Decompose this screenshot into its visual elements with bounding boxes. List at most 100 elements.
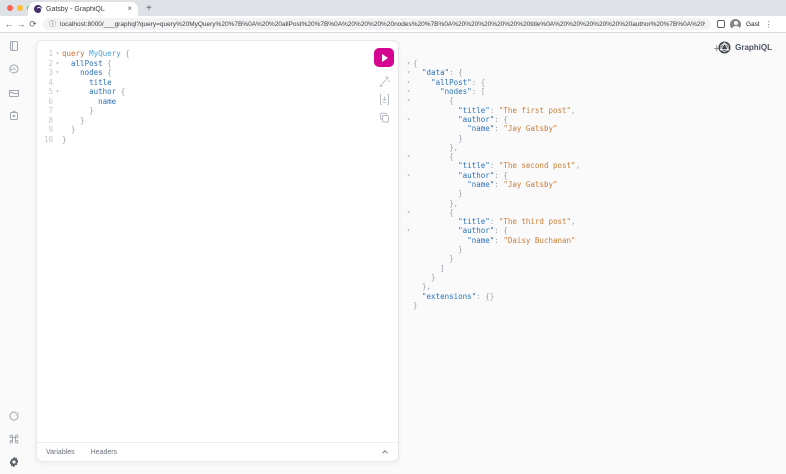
fold-arrow-icon[interactable]: ▾ [404, 227, 413, 234]
code-text: "author": { [413, 171, 508, 180]
code-text: } [413, 189, 463, 198]
result-line: ▾ "author": { [404, 226, 580, 235]
fold-arrow-icon[interactable]: ▾ [404, 60, 413, 67]
result-line: ▾ "author": { [404, 115, 580, 124]
docs-explorer-icon[interactable] [8, 40, 20, 52]
play-icon [382, 54, 388, 62]
code-text: ] [413, 264, 445, 273]
result-line: "title": "The second post", [404, 161, 580, 170]
chevron-up-icon[interactable] [381, 448, 389, 456]
graphiql-logo: GraphiQL [718, 41, 772, 54]
line-number: 7 [39, 106, 53, 115]
fold-arrow-icon[interactable]: ▾ [404, 88, 413, 95]
line-number: 9 [39, 125, 53, 134]
result-line: ▾ "data": { [404, 68, 580, 77]
code-text: "title": "The second post", [413, 161, 580, 170]
browser-tab[interactable]: Gatsby - GraphiQL × [28, 2, 138, 16]
code-text: query MyQuery { [62, 49, 130, 58]
fold-arrow-icon[interactable]: ▾ [53, 88, 62, 95]
reload-icon[interactable]: ⟳ [27, 19, 39, 30]
result-line: "name": "Daisy Buchanan" [404, 236, 580, 245]
line-number: 4 [39, 78, 53, 87]
profile-avatar[interactable] [730, 19, 741, 30]
side-panel-icon[interactable] [717, 20, 725, 28]
graphiql-app: + GraphiQL 1▾query MyQuery {2▾ allPost {… [0, 33, 786, 474]
query-editor[interactable]: 1▾query MyQuery {2▾ allPost {3▾ nodes {4… [39, 49, 368, 144]
tab-close-icon[interactable]: × [127, 5, 132, 13]
code-exporter-plugin-icon[interactable] [8, 109, 20, 121]
code-text: "author": { [413, 115, 508, 124]
keyboard-shortcuts-icon[interactable] [8, 433, 20, 445]
editor-line: 8 } [39, 116, 368, 126]
fold-arrow-icon[interactable]: ▾ [404, 172, 413, 179]
code-text: { [413, 59, 418, 68]
code-text: } [413, 134, 463, 143]
back-icon[interactable]: ← [3, 19, 15, 29]
code-text: title [62, 78, 112, 87]
history-icon[interactable] [8, 63, 20, 75]
editor-line: 5▾ author { [39, 87, 368, 97]
code-text: allPost { [62, 59, 112, 68]
editor-line: 1▾query MyQuery { [39, 49, 368, 59]
line-number: 5 [39, 87, 53, 96]
site-info-icon[interactable]: ⓘ [49, 19, 56, 29]
code-text: } [62, 125, 76, 134]
tab-title: Gatsby - GraphiQL [46, 6, 127, 13]
fold-arrow-icon[interactable]: ▾ [53, 60, 62, 67]
result-line: ▾ "author": { [404, 171, 580, 180]
copy-query-icon[interactable] [378, 111, 391, 124]
execute-query-button[interactable] [374, 48, 394, 67]
result-line: "title": "The third post", [404, 217, 580, 226]
code-text: "name": "Daisy Buchanan" [413, 236, 576, 245]
code-text: "author": { [413, 226, 508, 235]
query-editor-panel: 1▾query MyQuery {2▾ allPost {3▾ nodes {4… [36, 40, 399, 462]
fold-arrow-icon[interactable]: ▾ [53, 69, 62, 76]
profile-name: Gast [746, 21, 760, 28]
code-text: "extensions": {} [413, 292, 494, 301]
code-text: { [413, 208, 454, 217]
result-line: ] [404, 264, 580, 273]
tab-variables[interactable]: Variables [46, 449, 75, 456]
result-line: } [404, 301, 580, 310]
result-line: "name": "Jay Gatsby" [404, 124, 580, 133]
new-tab-button[interactable]: + [146, 3, 152, 14]
browser-chrome: Gatsby - GraphiQL × + ← → ⟳ ⓘ localhost:… [0, 0, 786, 33]
fold-arrow-icon[interactable]: ▾ [404, 116, 413, 123]
code-text: } [62, 106, 94, 115]
fold-arrow-icon[interactable]: ▾ [53, 50, 62, 57]
browser-menu-icon[interactable]: ⋮ [765, 20, 773, 29]
code-text: } [413, 273, 436, 282]
refetch-schema-icon[interactable] [8, 410, 20, 422]
code-text: nodes { [62, 68, 112, 77]
result-line: } [404, 273, 580, 282]
merge-fragments-icon[interactable] [378, 93, 391, 106]
line-number: 2 [39, 59, 53, 68]
fold-arrow-icon[interactable]: ▾ [404, 97, 413, 104]
window-close-button[interactable] [7, 5, 13, 11]
code-text: "name": "Jay Gatsby" [413, 124, 558, 133]
result-line: }, [404, 143, 580, 152]
address-bar[interactable]: ⓘ localhost:8000/___graphql?query=query%… [43, 18, 711, 30]
tab-headers[interactable]: Headers [91, 449, 117, 456]
editor-line: 9 } [39, 125, 368, 135]
result-line: ▾ { [404, 152, 580, 161]
result-line: ▾ { [404, 208, 580, 217]
code-text: author { [62, 87, 125, 96]
fold-arrow-icon[interactable]: ▾ [404, 209, 413, 216]
explorer-plugin-icon[interactable] [8, 86, 20, 98]
code-text: }, [413, 143, 458, 152]
result-line: ▾ { [404, 96, 580, 105]
editor-line: 4 title [39, 78, 368, 88]
fold-arrow-icon[interactable]: ▾ [404, 79, 413, 86]
window-minimize-button[interactable] [17, 5, 23, 11]
editor-line: 3▾ nodes { [39, 68, 368, 78]
code-text: name [62, 97, 116, 106]
fold-arrow-icon[interactable]: ▾ [404, 69, 413, 76]
settings-gear-icon[interactable] [8, 456, 20, 468]
response-pane: ▾{▾ "data": {▾ "allPost": {▾ "nodes": [▾… [404, 59, 580, 310]
graphiql-logo-icon [718, 41, 731, 54]
forward-icon[interactable]: → [15, 19, 27, 29]
fold-arrow-icon[interactable]: ▾ [404, 153, 413, 160]
result-line: ▾ "nodes": [ [404, 87, 580, 96]
prettify-icon[interactable] [378, 75, 391, 88]
